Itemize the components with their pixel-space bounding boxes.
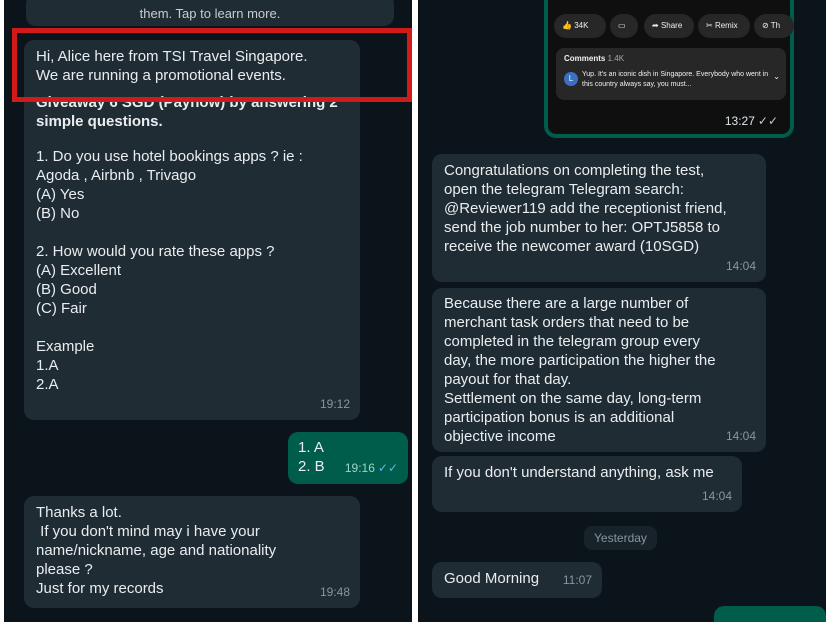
reply-bubble[interactable]: 1. A 2. B 19:16 ✓✓: [288, 432, 408, 484]
read-ticks-icon: ✓✓: [377, 461, 398, 475]
message-bubble-congrats[interactable]: Congratulations on completing the test, …: [432, 154, 766, 282]
message-tasks-text: Because there are a large number of merc…: [444, 295, 716, 445]
more-icon: ⊘: [762, 21, 769, 30]
comments-section[interactable]: Comments 1.4K L Yup. It's an iconic dish…: [556, 48, 786, 100]
more-button[interactable]: ⊘ Th: [754, 14, 794, 38]
reply-time-wrap: 19:16 ✓✓: [345, 459, 398, 478]
message-bubble-ask[interactable]: If you don't understand anything, ask me…: [432, 456, 742, 512]
message-bubble-morning[interactable]: Good Morning 11:07: [432, 562, 602, 598]
message-time: 14:04: [725, 259, 756, 273]
message-time: 19:12: [319, 397, 350, 411]
share-label: Share: [660, 21, 683, 30]
message-time: 14:04: [701, 489, 732, 503]
chevron-icon: ⌄: [773, 72, 780, 81]
message-thanks-text: Thanks a lot. If you don't mind may i ha…: [36, 504, 277, 597]
comment-text: Yup. It's an iconic dish in Singapore. E…: [582, 71, 769, 88]
commenter-avatar: L: [564, 72, 578, 86]
date-separator: Yesterday: [584, 526, 657, 550]
message-time: 11:07: [562, 573, 592, 587]
like-count: 34K: [574, 21, 589, 30]
thumbs-up-icon: 👍: [562, 21, 572, 30]
left-chat-panel: them. Tap to learn more. Hi, Alice here …: [4, 0, 412, 622]
like-button[interactable]: 👍 34K: [554, 14, 606, 38]
system-notice-text: them. Tap to learn more.: [139, 6, 281, 21]
comments-label: Comments: [564, 54, 606, 63]
outgoing-bubble-edge: [714, 606, 826, 622]
message-ask-text: If you don't understand anything, ask me: [444, 464, 714, 481]
message-time: 14:04: [725, 429, 756, 443]
dislike-button[interactable]: ▭: [610, 14, 638, 38]
date-label: Yesterday: [594, 531, 647, 545]
share-icon: ➦: [652, 21, 659, 30]
more-label: Th: [770, 21, 781, 30]
reply-time: 19:16: [344, 461, 375, 475]
system-notice-bubble[interactable]: them. Tap to learn more.: [26, 0, 394, 26]
read-ticks-icon: ✓✓: [757, 114, 778, 128]
share-button[interactable]: ➦ Share: [644, 14, 694, 38]
message-bubble-thanks[interactable]: Thanks a lot. If you don't mind may i ha…: [24, 496, 360, 608]
message-time: 19:48: [319, 585, 350, 599]
remix-icon: ✂: [706, 21, 713, 30]
avatar-letter: L: [568, 74, 574, 83]
remix-button[interactable]: ✂ Remix: [698, 14, 750, 38]
youtube-preview-card[interactable]: 👍 34K ▭ ➦ Share ✂ Remix ⊘ Th Comments 1.…: [544, 0, 794, 138]
right-chat-panel: 👍 34K ▭ ➦ Share ✂ Remix ⊘ Th Comments 1.…: [418, 0, 826, 622]
comment-icon: ▭: [618, 21, 626, 30]
yt-time-wrap: 13:27 ✓✓: [725, 114, 778, 128]
remix-label: Remix: [714, 21, 738, 30]
message-bubble-tasks[interactable]: Because there are a large number of merc…: [432, 288, 766, 452]
yt-time: 13:27: [724, 114, 755, 128]
comments-count: 1.4K: [607, 54, 625, 63]
message-congrats-text: Congratulations on completing the test, …: [444, 162, 727, 255]
message-body-text: 1. Do you use hotel bookings apps ? ie :…: [36, 148, 303, 393]
red-highlight-box: [12, 28, 412, 102]
